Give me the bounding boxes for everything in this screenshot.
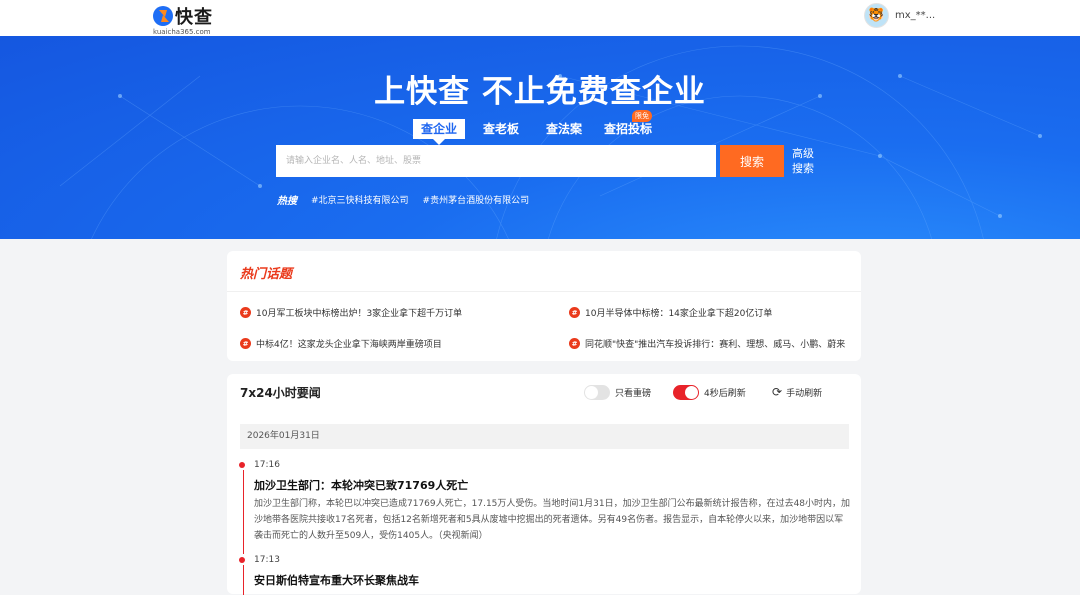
hashtag-icon: # bbox=[240, 338, 251, 349]
hot-search-item[interactable]: #北京三快科技有限公司 bbox=[311, 193, 409, 206]
logo-domain: kuaicha365.com bbox=[153, 28, 211, 36]
date-header: 2026年01月31日 bbox=[240, 424, 849, 449]
tab-boss[interactable]: 查老板 bbox=[483, 119, 519, 139]
news-body: 加沙卫生部门称，本轮巴以冲突已造成71769人死亡，17.15万人受伤。当地时间… bbox=[254, 499, 851, 541]
tab-bidding[interactable]: 查招投标 bbox=[604, 119, 652, 139]
hashtag-icon: # bbox=[240, 307, 251, 318]
topic-item[interactable]: # 同花顺"快查"推出汽车投诉排行：赛利、理想、威马、小鹏、蔚来 bbox=[569, 337, 845, 350]
topic-text[interactable]: 10月半导体中标榜：14家企业拿下超20亿订单 bbox=[585, 306, 772, 319]
manual-refresh-label: 手动刷新 bbox=[786, 388, 823, 399]
news-time: 17:16 bbox=[254, 460, 280, 470]
hot-search-label: 热搜 bbox=[277, 196, 297, 207]
topic-text[interactable]: 同花顺"快查"推出汽车投诉排行：赛利、理想、威马、小鹏、蔚来 bbox=[585, 337, 845, 350]
hot-search-item[interactable]: #贵州茅台酒股份有限公司 bbox=[423, 193, 530, 206]
logo[interactable]: 快查 kuaicha365.com bbox=[153, 3, 213, 36]
free-badge: 限免 bbox=[632, 110, 652, 122]
tab-law[interactable]: 查法案 bbox=[546, 119, 582, 139]
avatar[interactable]: 🐯 bbox=[864, 3, 889, 28]
news-feed-title: 7x24小时要闻 bbox=[240, 386, 321, 400]
hot-search-row: 热搜 #北京三快科技有限公司 #贵州茅台酒股份有限公司 bbox=[277, 192, 529, 207]
topic-text[interactable]: 中标4亿！这家龙头企业拿下海峡两岸重磅项目 bbox=[256, 337, 442, 350]
hero-title: 上快查 不止免费查企业 bbox=[374, 74, 706, 110]
refresh-icon: ⟳ bbox=[772, 385, 783, 399]
topic-text[interactable]: 10月军工板块中标榜出炉！3家企业拿下超千万订单 bbox=[256, 306, 462, 319]
toggle-switch-on[interactable] bbox=[673, 385, 699, 400]
hero-banner: 上快查 不止免费查企业 查企业 查老板 查法案 查招投标 限免 搜索 高级搜索 … bbox=[0, 36, 1080, 239]
manual-refresh-button[interactable]: ⟳ 手动刷新 bbox=[772, 385, 822, 399]
search-button[interactable]: 搜索 bbox=[720, 145, 784, 177]
news-time: 17:13 bbox=[254, 555, 280, 565]
timeline-line bbox=[243, 565, 244, 595]
lightning-logo-icon bbox=[153, 6, 173, 26]
divider bbox=[227, 291, 861, 292]
hot-topics-card: 热门话题 # 10月军工板块中标榜出炉！3家企业拿下超千万订单 # 10月半导体… bbox=[227, 251, 861, 361]
topic-item[interactable]: # 10月军工板块中标榜出炉！3家企业拿下超千万订单 bbox=[240, 306, 462, 319]
timeline-line bbox=[243, 470, 244, 554]
timeline-dot bbox=[239, 557, 245, 563]
topic-item[interactable]: # 10月半导体中标榜：14家企业拿下超20亿订单 bbox=[569, 306, 772, 319]
user-menu[interactable]: 🐯 mx_**... bbox=[864, 3, 935, 28]
hashtag-icon: # bbox=[569, 307, 580, 318]
toggle-switch-off[interactable] bbox=[584, 385, 610, 400]
hot-topics-title: 热门话题 bbox=[240, 267, 293, 282]
heavy-only-toggle[interactable]: 只看重磅 bbox=[584, 385, 651, 400]
advanced-search-link[interactable]: 高级搜索 bbox=[792, 146, 816, 176]
tab-company[interactable]: 查企业 bbox=[413, 119, 466, 145]
auto-refresh-toggle[interactable]: 4秒后刷新 bbox=[673, 385, 746, 400]
auto-refresh-label: 4秒后刷新 bbox=[704, 389, 746, 399]
top-bar: 快查 kuaicha365.com 🐯 mx_**... bbox=[0, 0, 1080, 36]
news-headline[interactable]: 安日斯伯特宣布重大环长聚焦战车 bbox=[254, 572, 419, 588]
hashtag-icon: # bbox=[569, 338, 580, 349]
topic-item[interactable]: # 中标4亿！这家龙头企业拿下海峡两岸重磅项目 bbox=[240, 337, 442, 350]
search-tabs: 查企业 查老板 查法案 查招投标 bbox=[413, 119, 652, 145]
search-input[interactable] bbox=[276, 145, 716, 177]
username[interactable]: mx_**... bbox=[895, 10, 935, 21]
logo-text: 快查 bbox=[175, 7, 213, 28]
news-headline[interactable]: 加沙卫生部门：本轮冲突已致71769人死亡 bbox=[254, 477, 468, 493]
news-feed-card: 7x24小时要闻 只看重磅 4秒后刷新 ⟳ 手动刷新 2026年01月31日 1… bbox=[227, 374, 861, 595]
timeline-dot bbox=[239, 462, 245, 468]
heavy-only-label: 只看重磅 bbox=[615, 389, 652, 399]
